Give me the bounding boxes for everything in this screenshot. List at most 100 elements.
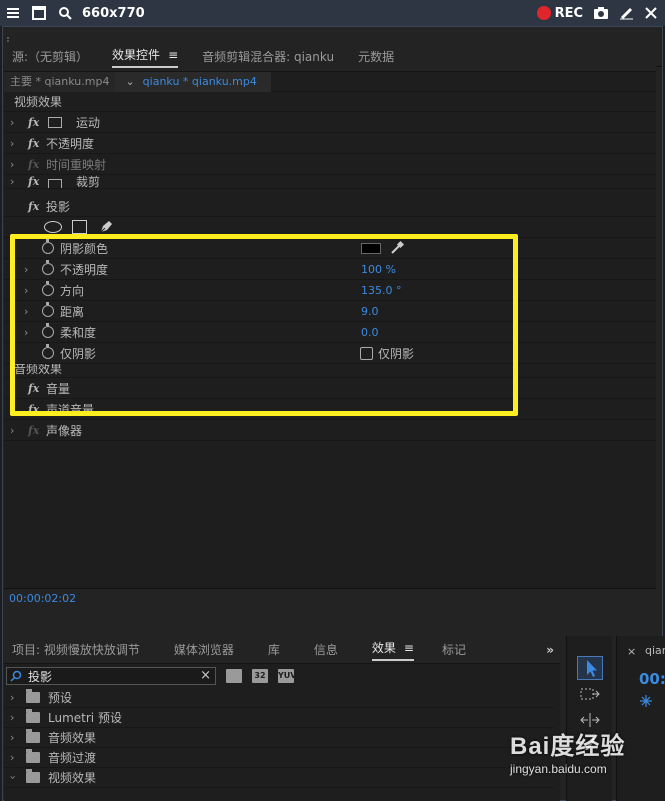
param-shadow-color[interactable]: 阴影颜色	[4, 238, 656, 259]
fx-icon: fx	[28, 423, 40, 437]
yuv-filter-button[interactable]: YUV	[278, 669, 296, 683]
folder-row-video-effects[interactable]: › 视频效果	[4, 768, 554, 788]
color-swatch[interactable]	[361, 243, 381, 254]
transform-icon[interactable]	[48, 179, 62, 188]
param-value[interactable]: 100 %	[361, 263, 396, 276]
effect-row-drop-shadow[interactable]: fx 投影	[4, 196, 656, 217]
expand-arrow-icon[interactable]: ›	[10, 116, 14, 129]
expand-arrow-icon[interactable]: ›	[10, 711, 14, 724]
playhead-snap-icon[interactable]	[639, 694, 653, 708]
stopwatch-icon[interactable]	[42, 239, 54, 254]
search-icon[interactable]	[58, 6, 72, 20]
param-direction[interactable]: › 方向 135.0 °	[4, 280, 656, 301]
expand-arrow-icon[interactable]: ›	[10, 158, 14, 171]
expand-arrow-icon[interactable]: ›	[10, 731, 14, 744]
close-icon[interactable]	[645, 7, 657, 19]
tab-media-browser[interactable]: 媒体浏览器	[174, 641, 234, 658]
timecode-display[interactable]: 00:00:02:02	[4, 588, 656, 608]
program-timecode[interactable]: 00:	[639, 670, 665, 688]
expand-arrow-icon[interactable]: ›	[10, 175, 14, 188]
expand-arrow-icon[interactable]: ›	[10, 424, 14, 437]
fx-icon[interactable]: fx	[28, 175, 39, 188]
expand-arrow-icon[interactable]: ›	[10, 382, 14, 395]
param-distance[interactable]: › 距离 9.0	[4, 301, 656, 322]
32bit-filter-button[interactable]: 32	[252, 669, 268, 683]
fx-icon[interactable]: fx	[28, 382, 39, 395]
param-shadow-only[interactable]: 仅阴影 仅阴影	[4, 343, 656, 364]
fx-icon[interactable]: fx	[28, 137, 39, 150]
expand-arrow-icon[interactable]: ›	[24, 326, 28, 339]
record-button[interactable]: REC	[555, 6, 583, 21]
record-dot-icon[interactable]	[536, 6, 551, 20]
chevron-down-icon[interactable]: ⌄	[125, 75, 134, 88]
fx-icon[interactable]: fx	[28, 403, 39, 416]
eyedropper-icon[interactable]	[389, 240, 405, 256]
stopwatch-icon[interactable]	[42, 323, 54, 338]
param-value[interactable]: 135.0 °	[361, 284, 402, 297]
shadow-only-checkbox[interactable]	[360, 347, 373, 360]
effect-row-channel-volume[interactable]: › fx 声道音量	[4, 399, 656, 420]
fx-icon[interactable]: fx	[28, 200, 39, 213]
folder-row-audio-effects[interactable]: › 音频效果	[4, 728, 554, 748]
tab-audio-clip-mixer[interactable]: 音频剪辑混合器: qianku	[202, 48, 334, 65]
tab-menu-icon[interactable]: ≡	[404, 641, 414, 655]
more-tabs-button[interactable]: »	[546, 643, 554, 657]
rectangle-mask-icon[interactable]	[72, 220, 87, 234]
tab-effects[interactable]: 效果 ≡	[371, 639, 414, 661]
sequence-name[interactable]: qian	[645, 644, 665, 657]
folder-row-audio-transitions[interactable]: › 音频过渡	[4, 748, 554, 768]
expand-arrow-icon[interactable]: ›	[10, 137, 14, 150]
effect-row-time-remap[interactable]: › fx 时间重映射	[4, 154, 656, 175]
expand-arrow-icon[interactable]: ›	[24, 263, 28, 276]
param-softness[interactable]: › 柔和度 0.0	[4, 322, 656, 343]
param-value[interactable]: 9.0	[361, 305, 379, 318]
accelerated-effects-filter-icon[interactable]	[226, 669, 242, 683]
folder-row-presets[interactable]: › 预设	[4, 688, 554, 708]
effect-row-volume[interactable]: › fx 音量	[4, 378, 656, 399]
selection-tool-button[interactable]	[577, 656, 603, 680]
tab-markers[interactable]: 标记	[442, 641, 466, 658]
tab-libraries[interactable]: 库	[268, 641, 280, 658]
param-value[interactable]: 0.0	[361, 326, 379, 339]
effect-row-crop[interactable]: › fx 裁剪	[4, 175, 656, 189]
tab-project[interactable]: 项目: 视频慢放快放调节	[12, 641, 140, 658]
fx-icon[interactable]: fx	[28, 116, 39, 129]
collapse-arrow-icon[interactable]: ›	[7, 775, 20, 779]
effect-row-motion[interactable]: › fx 运动	[4, 112, 656, 133]
expand-arrow-icon[interactable]: ›	[24, 284, 28, 297]
folder-row-lumetri-presets[interactable]: › Lumetri 预设	[4, 708, 554, 728]
window-icon[interactable]	[32, 6, 46, 20]
source-sequence-clip[interactable]: ⌄ qianku * qianku.mp4	[115, 71, 271, 92]
close-panel-icon[interactable]: ×	[627, 645, 636, 658]
tab-info[interactable]: 信息	[314, 641, 338, 658]
expand-arrow-icon[interactable]: ›	[10, 751, 14, 764]
source-main-clip[interactable]: 主要 * qianku.mp4	[4, 71, 116, 92]
expand-arrow-icon[interactable]: ›	[24, 305, 28, 318]
expand-arrow-icon[interactable]: ›	[10, 403, 14, 416]
tab-menu-icon[interactable]: ≡	[168, 48, 178, 62]
camera-icon[interactable]	[593, 6, 609, 20]
stopwatch-icon[interactable]	[42, 302, 54, 317]
tab-effect-controls[interactable]: 效果控件 ≡	[112, 46, 179, 68]
effect-row-opacity[interactable]: › fx 不透明度	[4, 133, 656, 154]
hamburger-menu-icon[interactable]	[6, 6, 20, 20]
expand-arrow-icon[interactable]: ›	[10, 691, 14, 704]
stopwatch-icon[interactable]	[42, 344, 54, 359]
stopwatch-icon[interactable]	[42, 260, 54, 275]
project-panel-tabs: 项目: 视频慢放快放调节 媒体浏览器 库 信息 效果 ≡ 标记 »	[4, 636, 560, 664]
pen-mask-icon[interactable]	[98, 219, 114, 235]
effect-row-panner[interactable]: › fx 声像器	[4, 420, 656, 441]
transform-icon[interactable]	[48, 117, 62, 128]
recorder-toolbar: 660x770 REC	[0, 0, 665, 26]
clear-search-icon[interactable]: ×	[200, 668, 211, 683]
track-select-tool-icon[interactable]	[579, 686, 601, 702]
effects-search-input[interactable]	[28, 669, 188, 683]
ellipse-mask-icon[interactable]	[44, 221, 62, 233]
tab-metadata[interactable]: 元数据	[358, 48, 394, 65]
pen-icon[interactable]	[619, 6, 635, 20]
tab-effect-controls-label: 效果控件	[112, 47, 161, 62]
tab-source[interactable]: 源:（无剪辑）	[12, 48, 88, 65]
stopwatch-icon[interactable]	[42, 281, 54, 296]
param-opacity[interactable]: › 不透明度 100 %	[4, 259, 656, 280]
watermark-brand: Bai度经验	[510, 733, 626, 760]
